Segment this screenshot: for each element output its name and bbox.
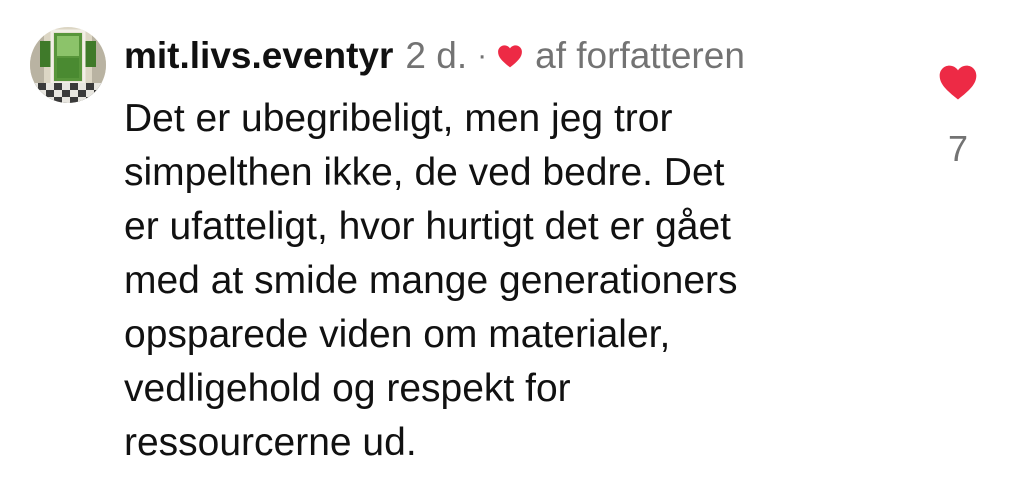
user-avatar[interactable]: [30, 27, 106, 103]
avatar-garden-doorway-icon: [30, 27, 106, 103]
like-button[interactable]: [938, 63, 978, 101]
comment-username[interactable]: mit.livs.eventyr: [124, 32, 393, 80]
comment-header: mit.livs.eventyr 2 d. · af forfatteren: [124, 32, 745, 80]
heart-filled-icon: [939, 65, 977, 100]
like-count: 7: [947, 128, 969, 169]
heart-filled-icon: [497, 44, 523, 68]
comment-text: Det er ubegribeligt, men jeg tror simpel…: [124, 97, 738, 464]
liked-by-author-label: af forfatteren: [535, 35, 745, 76]
separator-dot: ·: [477, 39, 488, 72]
comment-item: mit.livs.eventyr 2 d. · af forfatteren D…: [0, 0, 1024, 497]
comment-timestamp: 2 d.: [405, 35, 468, 76]
